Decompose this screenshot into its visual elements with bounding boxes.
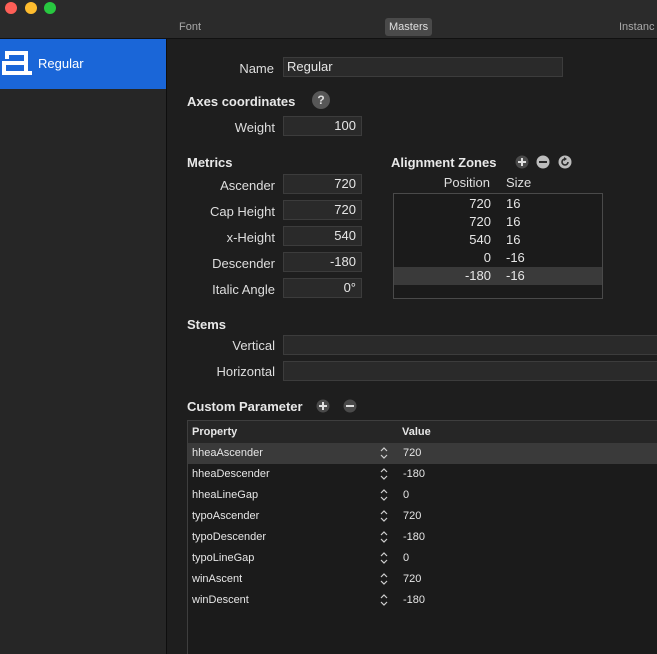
zone-position: -180 xyxy=(464,268,491,283)
letter-a-icon xyxy=(2,51,32,75)
zone-size: 16 xyxy=(506,232,521,247)
parameter-name: hheaDescender xyxy=(192,468,270,480)
help-icon[interactable]: ? xyxy=(312,91,330,109)
parameter-name: winAscent xyxy=(192,573,243,585)
parameter-value[interactable]: -180 xyxy=(403,527,425,548)
parameter-name: typoDescender xyxy=(192,531,266,543)
ascender-label: Ascender xyxy=(220,178,275,193)
table-row[interactable]: winAscent 720 xyxy=(188,569,657,590)
minimize-window-button[interactable] xyxy=(25,2,37,14)
zone-position: 720 xyxy=(469,196,491,211)
custom-parameter-heading: Custom Parameter xyxy=(187,399,303,414)
tab-font[interactable]: Font xyxy=(175,18,205,36)
descender-label: Descender xyxy=(212,256,275,271)
zone-size: 16 xyxy=(506,214,521,229)
horizontal-stems-field[interactable] xyxy=(283,361,657,381)
zone-size: 16 xyxy=(506,196,521,211)
sidebar-item-label: Regular xyxy=(38,56,84,71)
table-row[interactable]: winDescent -180 xyxy=(188,590,657,611)
x-height-label: x-Height xyxy=(226,230,275,245)
parameter-name: hheaLineGap xyxy=(192,489,259,501)
table-row[interactable]: typoAscender 720 xyxy=(188,506,657,527)
parameter-value[interactable]: 720 xyxy=(403,506,421,527)
master-name-field[interactable]: Regular xyxy=(283,57,563,77)
chevron-updown-icon[interactable] xyxy=(380,446,388,460)
weight-label: Weight xyxy=(234,120,275,135)
descender-field[interactable]: -180 xyxy=(283,252,362,272)
vertical-stems-field[interactable] xyxy=(283,335,657,355)
weight-field[interactable]: 100 xyxy=(283,116,362,136)
parameter-value[interactable]: 0 xyxy=(403,485,409,506)
value-column-header[interactable]: Value xyxy=(399,421,657,443)
table-row[interactable]: hheaLineGap 0 xyxy=(188,485,657,506)
parameter-name: winDescent xyxy=(192,594,249,606)
zone-row[interactable]: 0 -16 xyxy=(394,249,602,267)
cap-height-label: Cap Height xyxy=(209,204,275,219)
refresh-zones-icon[interactable] xyxy=(558,155,572,169)
zones-position-header: Position xyxy=(443,175,490,190)
window-titlebar: Font Masters Instanc xyxy=(0,0,657,39)
chevron-updown-icon[interactable] xyxy=(380,467,388,481)
add-zone-icon[interactable] xyxy=(515,155,529,169)
sidebar-item-regular[interactable]: Regular xyxy=(0,39,166,89)
horizontal-stems-label: Horizontal xyxy=(216,364,275,379)
property-column-header[interactable]: Property xyxy=(188,421,403,443)
vertical-stems-label: Vertical xyxy=(232,338,275,353)
parameter-value[interactable]: -180 xyxy=(403,464,425,485)
chevron-updown-icon[interactable] xyxy=(380,530,388,544)
remove-parameter-icon[interactable] xyxy=(343,399,357,413)
zones-size-header: Size xyxy=(506,175,532,190)
zone-row[interactable]: 720 16 xyxy=(394,213,602,231)
tab-instances[interactable]: Instanc xyxy=(615,18,657,36)
italic-angle-field[interactable]: 0° xyxy=(283,278,362,298)
stems-heading: Stems xyxy=(187,317,227,332)
zoom-window-button[interactable] xyxy=(44,2,56,14)
cap-height-field[interactable]: 720 xyxy=(283,200,362,220)
table-row[interactable]: hheaAscender 720 xyxy=(188,443,657,464)
parameter-value[interactable]: 720 xyxy=(403,569,421,590)
table-row[interactable]: typoDescender -180 xyxy=(188,527,657,548)
custom-parameters-table: Property Value hheaAscender 720 hheaDesc… xyxy=(187,420,657,654)
close-window-button[interactable] xyxy=(5,2,17,14)
zone-row[interactable]: 540 16 xyxy=(394,231,602,249)
masters-sidebar: Regular xyxy=(0,39,167,654)
zone-row[interactable]: 720 16 xyxy=(394,195,602,213)
zone-position: 540 xyxy=(469,232,491,247)
chevron-updown-icon[interactable] xyxy=(380,593,388,607)
chevron-updown-icon[interactable] xyxy=(380,509,388,523)
alignment-zones-heading: Alignment Zones xyxy=(391,155,497,170)
parameter-name: hheaAscender xyxy=(192,447,263,459)
add-parameter-icon[interactable] xyxy=(316,399,330,413)
table-row[interactable]: hheaDescender -180 xyxy=(188,464,657,485)
zone-size: -16 xyxy=(506,268,525,283)
axes-coordinates-heading: Axes coordinates xyxy=(187,94,296,109)
metrics-heading: Metrics xyxy=(187,155,233,170)
zone-size: -16 xyxy=(506,250,525,265)
parameter-value[interactable]: -180 xyxy=(403,590,425,611)
italic-angle-label: Italic Angle xyxy=(212,282,275,297)
chevron-updown-icon[interactable] xyxy=(380,551,388,565)
parameter-name: typoLineGap xyxy=(192,552,255,564)
zone-row-selected[interactable]: -180 -16 xyxy=(394,267,602,285)
zone-position: 0 xyxy=(483,250,491,265)
ascender-field[interactable]: 720 xyxy=(283,174,362,194)
parameter-name: typoAscender xyxy=(192,510,260,522)
alignment-zones-table: 720 16 720 16 540 16 0 -16 -180 -16 xyxy=(393,193,603,299)
chevron-updown-icon[interactable] xyxy=(380,488,388,502)
name-label: Name xyxy=(239,61,274,76)
parameter-value[interactable]: 720 xyxy=(403,443,421,464)
table-row[interactable]: typoLineGap 0 xyxy=(188,548,657,569)
x-height-field[interactable]: 540 xyxy=(283,226,362,246)
tab-masters[interactable]: Masters xyxy=(385,18,433,36)
chevron-updown-icon[interactable] xyxy=(380,572,388,586)
parameter-value[interactable]: 0 xyxy=(403,548,409,569)
zone-position: 720 xyxy=(469,214,491,229)
remove-zone-icon[interactable] xyxy=(536,155,550,169)
